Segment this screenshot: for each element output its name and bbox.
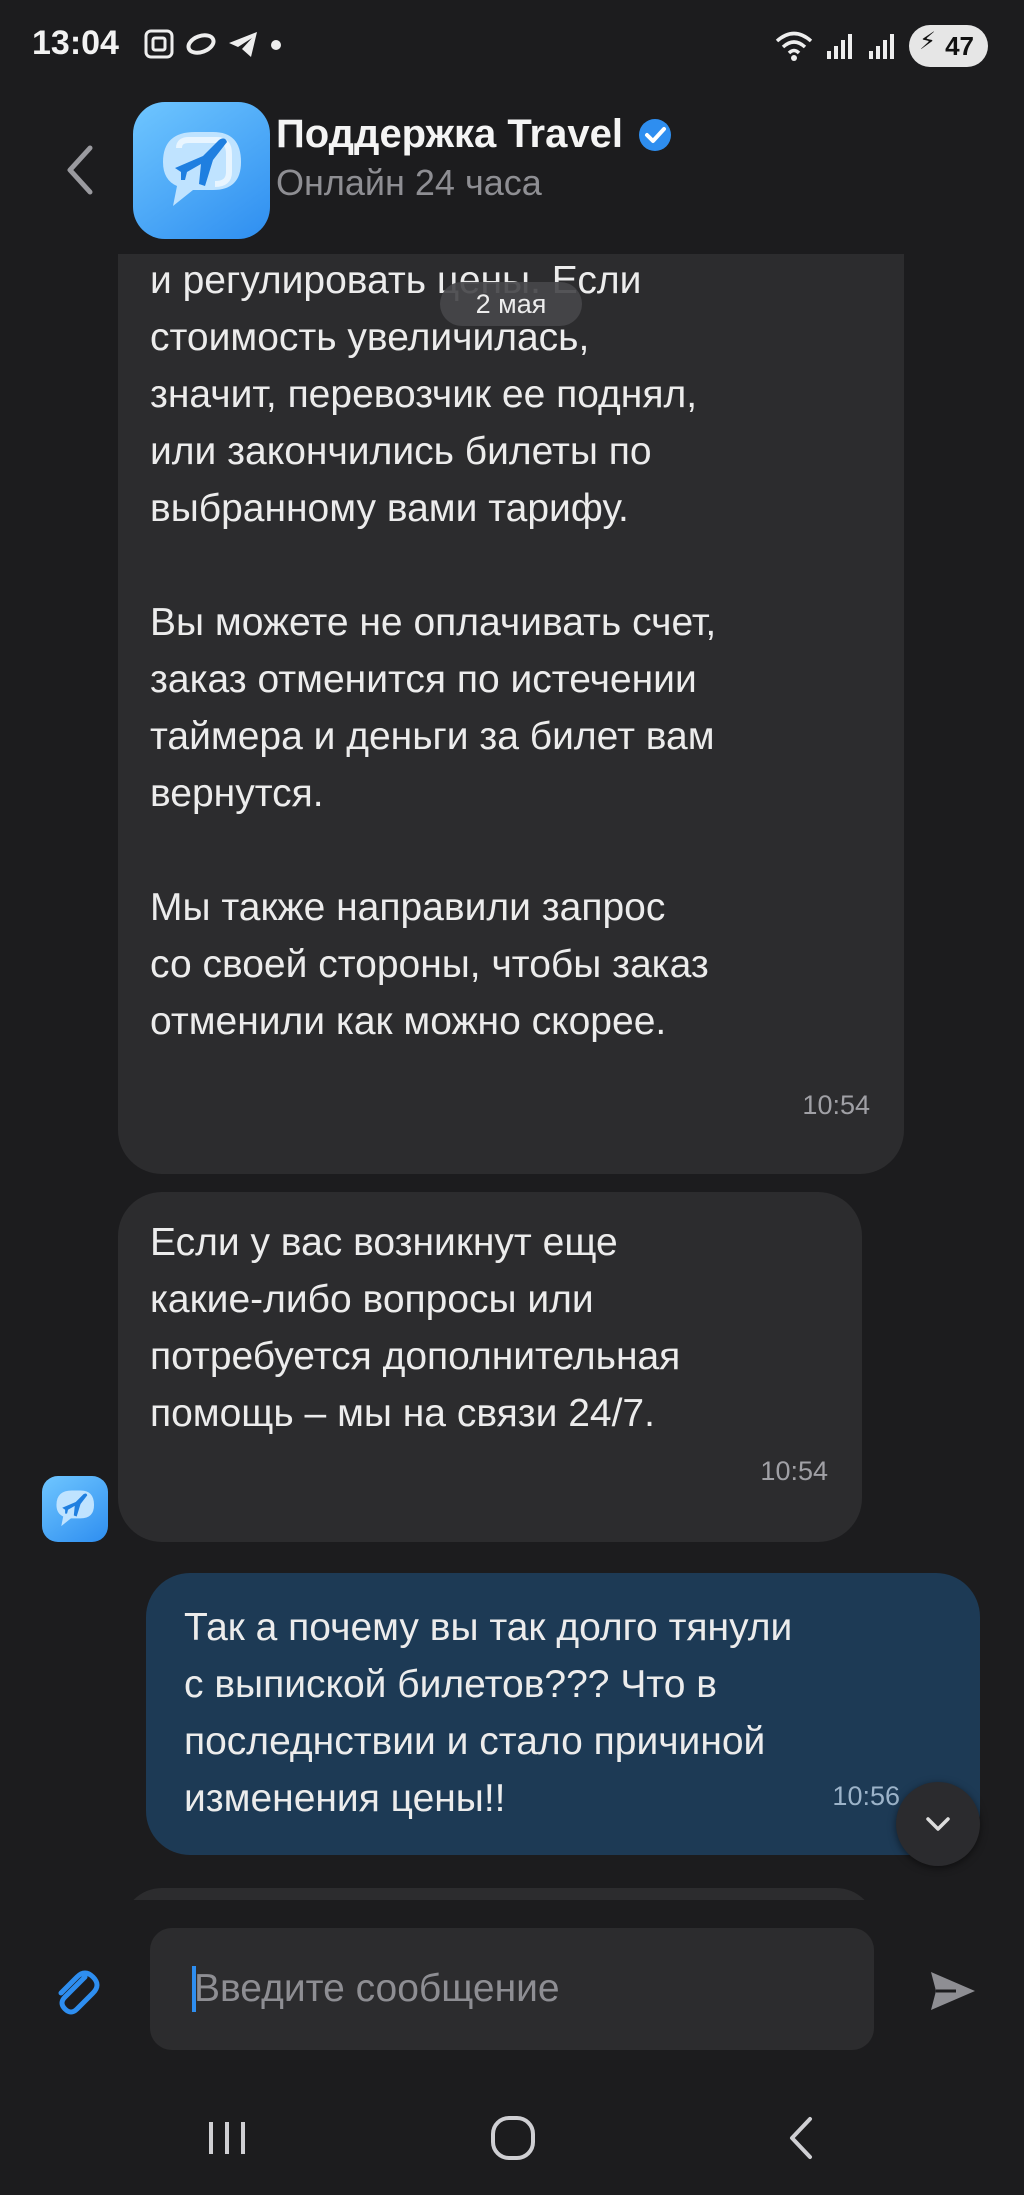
message-time: 10:56 — [832, 1781, 900, 1811]
message-text: Если у вас возникнут еще какие-либо вопр… — [150, 1221, 681, 1435]
battery-indicator: ⚡ 47 — [909, 25, 988, 67]
message-input[interactable]: Введите сообщение — [150, 1928, 874, 2050]
wifi-icon — [775, 31, 813, 61]
back-arrow-icon — [790, 2117, 812, 2159]
message-time: 10:54 — [760, 1456, 828, 1486]
message-bubble-incoming[interactable]: Если у вас возникнут еще какие-либо вопр… — [118, 1192, 862, 1542]
message-text: Так а почему вы так долго тянули с выпис… — [184, 1606, 793, 1820]
nav-back-button[interactable] — [756, 2100, 846, 2176]
signal-icon — [827, 34, 853, 59]
chat-header: Поддержка Travel Онлайн 24 часа — [0, 90, 1024, 250]
status-left-icons — [142, 24, 284, 64]
chat-title: Поддержка Travel — [276, 112, 673, 157]
signal-icon — [869, 34, 895, 59]
back-button[interactable] — [50, 130, 110, 210]
date-separator: 2 мая — [440, 282, 582, 326]
battery-icon: ⚡ — [919, 28, 936, 55]
status-time: 13:04 — [32, 24, 119, 62]
screenshot-icon — [144, 29, 174, 59]
message-bubble-incoming[interactable]: и регулировать цены. Если стоимость увел… — [118, 254, 904, 1174]
status-bar: 13:04 ⚡ 47 — [0, 0, 1024, 90]
scroll-to-bottom-button[interactable] — [896, 1782, 980, 1866]
dot-icon — [271, 40, 281, 50]
message-input-placeholder: Введите сообщение — [194, 1967, 560, 2010]
message-text: и регулировать цены. Если стоимость увел… — [150, 259, 717, 1043]
home-button[interactable] — [468, 2100, 558, 2176]
recent-apps-icon — [209, 2122, 245, 2154]
composer-bar: Введите сообщение — [0, 1900, 1024, 2080]
send-button[interactable] — [920, 1958, 986, 2024]
send-icon — [931, 1972, 975, 2010]
chevron-left-icon — [67, 145, 93, 195]
system-nav-bar — [0, 2080, 1024, 2195]
chat-status: Онлайн 24 часа — [276, 162, 542, 203]
chat-plane-logo-icon — [56, 1490, 95, 1527]
telegram-icon — [229, 32, 257, 57]
avatar[interactable] — [133, 102, 270, 239]
home-icon — [491, 2116, 535, 2160]
message-time: 10:54 — [802, 1090, 870, 1120]
link-icon — [186, 33, 216, 55]
chat-title-text: Поддержка Travel — [276, 112, 623, 156]
sender-avatar[interactable] — [42, 1476, 108, 1542]
attach-button[interactable] — [46, 1956, 106, 2026]
message-bubble-outgoing[interactable]: Так а почему вы так долго тянули с выпис… — [146, 1573, 980, 1855]
battery-level: 47 — [945, 31, 974, 61]
verified-badge-icon — [638, 118, 671, 151]
recent-apps-button[interactable] — [182, 2100, 272, 2176]
paperclip-icon — [58, 1970, 100, 2015]
chat-plane-logo-icon — [163, 132, 241, 206]
chevron-down-icon — [926, 1817, 950, 1831]
status-right-icons: ⚡ 47 — [775, 24, 988, 68]
